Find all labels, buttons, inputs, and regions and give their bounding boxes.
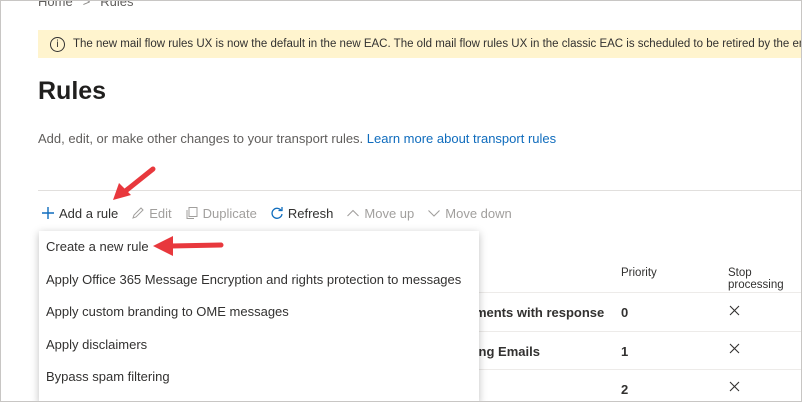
breadcrumb-current: Rules xyxy=(100,0,134,9)
menu-item-create-new-rule[interactable]: Create a new rule xyxy=(39,231,479,264)
move-up-button[interactable]: Move up xyxy=(346,206,414,221)
row-divider xyxy=(479,369,801,370)
menu-item-apply-encryption[interactable]: Apply Office 365 Message Encryption and … xyxy=(39,264,479,297)
description-text: Add, edit, or make other changes to your… xyxy=(38,131,364,146)
menu-item-custom-branding[interactable]: Apply custom branding to OME messages xyxy=(39,296,479,329)
banner-text: The new mail flow rules UX is now the de… xyxy=(73,38,802,50)
priority-cell: 1 xyxy=(621,344,629,359)
learn-more-link[interactable]: Learn more about transport rules xyxy=(367,131,556,146)
breadcrumb-home[interactable]: Home xyxy=(38,1,73,9)
close-icon xyxy=(729,343,740,354)
row-divider xyxy=(479,292,801,293)
plus-icon xyxy=(42,207,54,219)
close-icon xyxy=(729,305,740,316)
breadcrumb-separator: > xyxy=(82,0,91,9)
page-description: Add, edit, or make other changes to your… xyxy=(38,131,556,146)
add-rule-label: Add a rule xyxy=(59,205,119,221)
duplicate-button[interactable]: Duplicate xyxy=(185,206,257,221)
info-banner: i The new mail flow rules UX is now the … xyxy=(38,30,802,58)
menu-item-apply-disclaimers[interactable]: Apply disclaimers xyxy=(39,329,479,362)
command-bar: Add a rule Edit Duplicate Refresh Move u… xyxy=(41,203,525,223)
priority-cell: 2 xyxy=(621,382,629,397)
chevron-down-icon xyxy=(428,210,441,217)
move-down-button[interactable]: Move down xyxy=(427,205,512,221)
column-header-priority[interactable]: Priority xyxy=(621,267,657,279)
move-up-label: Move up xyxy=(364,205,415,221)
annotation-arrow-add-rule xyxy=(113,166,156,200)
window-frame: Home > Rules i The new mail flow rules U… xyxy=(0,0,802,402)
column-header-stop-processing[interactable]: Stop processing xyxy=(728,267,801,291)
edit-label: Edit xyxy=(149,205,172,221)
add-rule-dropdown: Create a new rule Apply Office 365 Messa… xyxy=(39,231,479,401)
refresh-label: Refresh xyxy=(287,205,334,221)
close-icon xyxy=(729,381,740,392)
info-icon: i xyxy=(50,36,65,52)
add-rule-button[interactable]: Add a rule xyxy=(41,206,118,221)
annotation-arrow-create-rule xyxy=(153,236,224,256)
row-divider xyxy=(479,331,801,332)
rule-name-cell[interactable]: nments with response xyxy=(467,305,604,320)
move-down-label: Move down xyxy=(445,205,512,221)
menu-item-bypass-spam-filtering[interactable]: Bypass spam filtering xyxy=(39,361,479,394)
chevron-up-icon xyxy=(347,209,360,217)
refresh-icon xyxy=(271,207,283,219)
copy-icon xyxy=(186,207,198,219)
duplicate-label: Duplicate xyxy=(202,205,257,221)
priority-cell: 0 xyxy=(621,305,629,320)
page-title: Rules xyxy=(38,77,107,105)
refresh-button[interactable]: Refresh xyxy=(270,205,334,221)
edit-button[interactable]: Edit xyxy=(131,205,172,221)
pencil-icon xyxy=(132,207,144,219)
breadcrumb: Home > Rules xyxy=(38,0,134,9)
